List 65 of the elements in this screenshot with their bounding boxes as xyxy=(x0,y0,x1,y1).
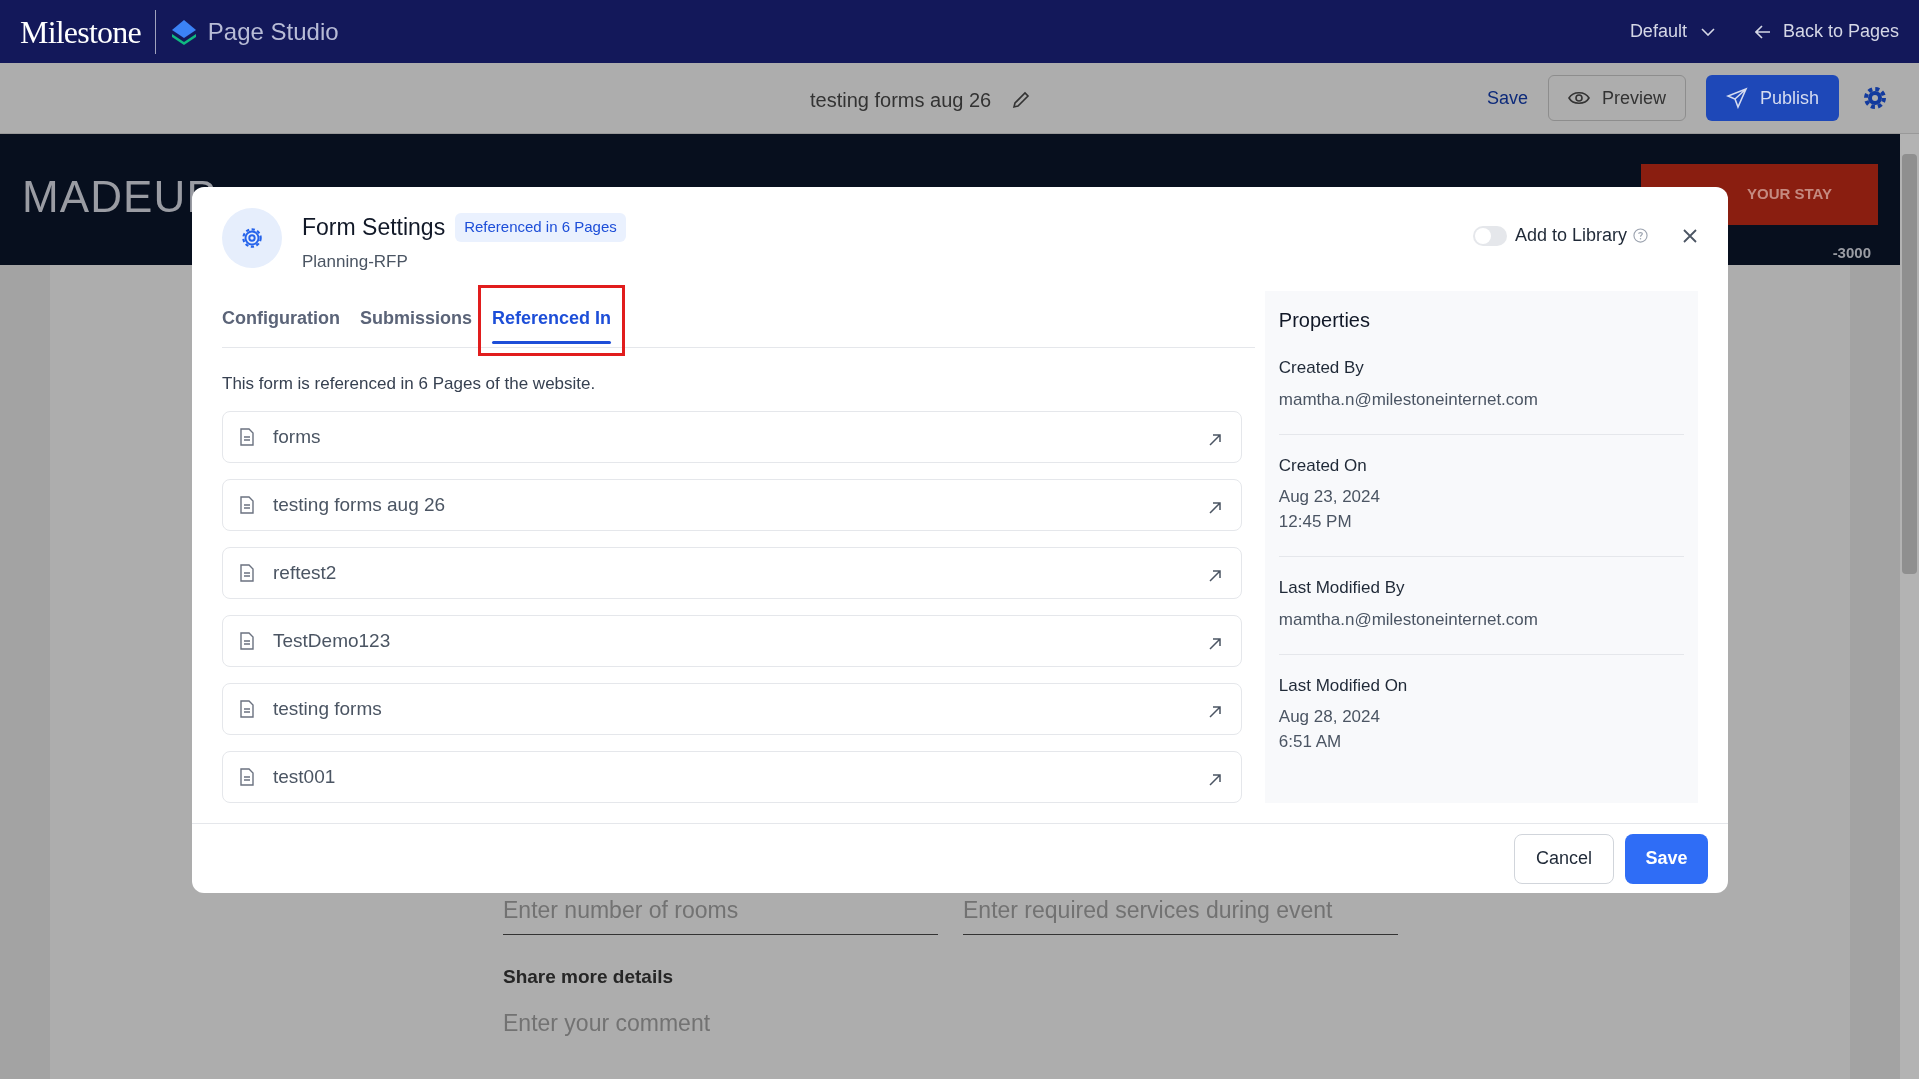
save-button[interactable]: Save xyxy=(1625,833,1708,884)
page-name: test001 xyxy=(273,764,336,789)
open-link-icon[interactable] xyxy=(1209,434,1221,446)
back-arrow-icon xyxy=(1754,24,1771,39)
property-value: Aug 28, 2024 xyxy=(1278,706,1381,728)
theme-select[interactable]: Default xyxy=(1629,18,1715,45)
page-name: TestDemo123 xyxy=(273,628,391,653)
reference-badge: Referenced in 6 Pages xyxy=(455,213,626,242)
page-title: testing forms aug 26 xyxy=(810,88,992,113)
logo-icon xyxy=(169,17,198,46)
page-reference-row[interactable]: testing forms aug 26 xyxy=(222,479,1242,531)
open-link-icon[interactable] xyxy=(1209,502,1221,514)
eye-icon xyxy=(1568,90,1590,106)
document-icon xyxy=(239,700,255,718)
document-icon xyxy=(239,768,255,786)
close-icon[interactable] xyxy=(1682,227,1698,244)
open-link-icon[interactable] xyxy=(1209,706,1221,718)
page-reference-row[interactable]: test001 xyxy=(222,751,1242,803)
phone-number: -3000 xyxy=(1832,243,1871,263)
page-name: testing forms xyxy=(273,696,382,721)
scrollbar[interactable] xyxy=(1900,134,1919,1079)
tab[interactable]: Submissions xyxy=(360,291,472,347)
form-name: Planning-RFP xyxy=(302,250,409,273)
property-value: mamtha.n@milestoneinternet.com xyxy=(1278,388,1539,411)
property-value: mamtha.n@milestoneinternet.com xyxy=(1278,608,1539,631)
property-value: Aug 23, 2024 xyxy=(1278,486,1381,508)
open-link-icon[interactable] xyxy=(1209,774,1221,786)
product-name: Page Studio xyxy=(207,16,339,47)
page-name: forms xyxy=(273,424,321,449)
open-link-icon[interactable] xyxy=(1209,638,1221,650)
dialog-title: Form Settings xyxy=(302,213,446,242)
document-icon xyxy=(239,428,255,446)
library-toggle[interactable] xyxy=(1472,225,1507,246)
intro-text: This form is referenced in 6 Pages of the website. xyxy=(222,372,597,395)
property-value: 6:51 AM xyxy=(1278,731,1343,753)
publish-button[interactable]: Publish xyxy=(1706,75,1839,121)
chevron-icon xyxy=(1700,27,1715,36)
property-label: Created By xyxy=(1278,357,1365,379)
property-value: 12:45 PM xyxy=(1278,511,1353,533)
tab[interactable]: Referenced In xyxy=(492,291,612,347)
send-icon xyxy=(1725,87,1748,109)
page-reference-row[interactable]: reftest2 xyxy=(222,547,1242,599)
settings-icon[interactable] xyxy=(1863,86,1887,110)
page-reference-row[interactable]: testing forms xyxy=(222,683,1242,735)
cancel-button[interactable]: Cancel xyxy=(1514,833,1614,884)
toggle-label: Add to Library xyxy=(1514,224,1627,247)
tab[interactable]: Configuration xyxy=(222,291,340,347)
document-icon xyxy=(239,632,255,650)
page-reference-row[interactable]: forms xyxy=(222,411,1242,463)
edit-icon[interactable] xyxy=(1011,90,1032,110)
property-label: Last Modified On xyxy=(1278,674,1409,697)
logo: Milestone xyxy=(20,12,141,52)
panel-title: Properties xyxy=(1278,308,1371,333)
page-name: testing forms aug 26 xyxy=(273,492,446,517)
property-label: Last Modified By xyxy=(1278,577,1406,599)
property-label: Created On xyxy=(1278,454,1368,477)
open-link-icon[interactable] xyxy=(1209,570,1221,582)
page-reference-row[interactable]: TestDemo123 xyxy=(222,615,1242,667)
page-name: reftest2 xyxy=(273,560,337,585)
save-link[interactable]: Save xyxy=(1486,84,1528,112)
preview-button[interactable]: Preview xyxy=(1548,75,1686,121)
document-icon xyxy=(239,496,255,514)
field-label: Share more details xyxy=(503,965,675,989)
document-icon xyxy=(239,564,255,582)
back-link[interactable]: Back to Pages xyxy=(1754,18,1899,45)
